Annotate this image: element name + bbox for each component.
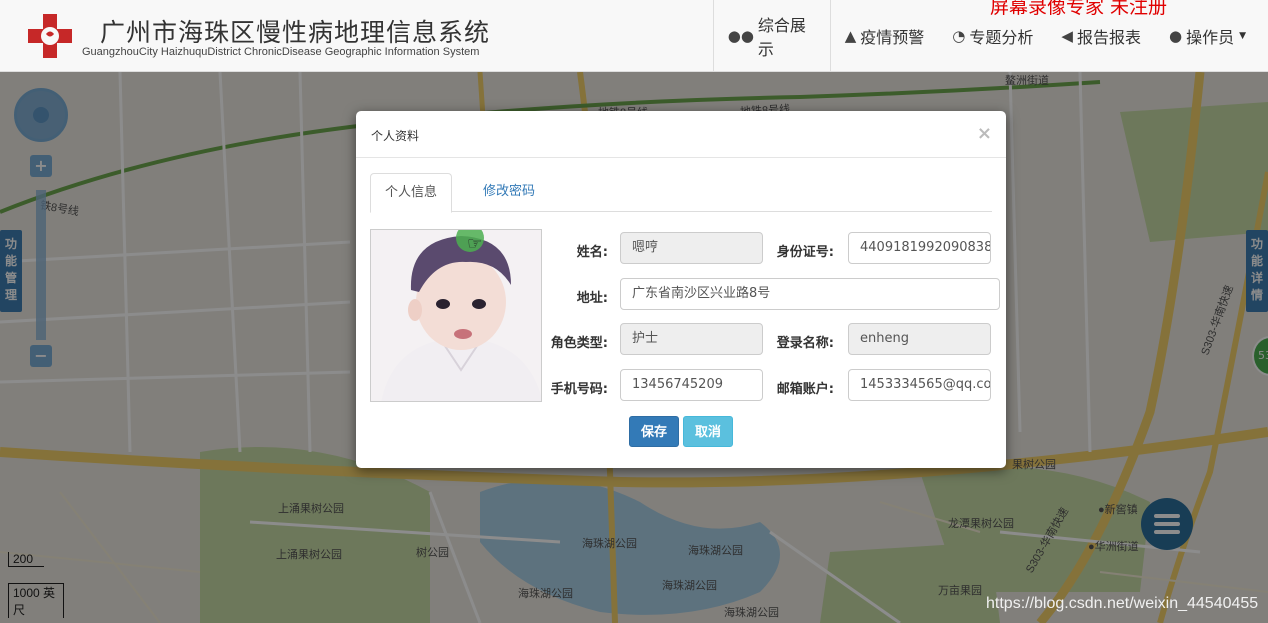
name-label: 姓名: [576,245,608,260]
profile-modal: 个人资料 × 个人信息 修改密码 ☞ 姓名: 嗯哼 身份证号: 44091819… [356,111,1006,468]
tab-personal-info[interactable]: 个人信息 [370,173,453,213]
tab-change-password[interactable]: 修改密码 [469,173,549,212]
caret-down-icon: ▼ [1239,31,1246,41]
close-button[interactable]: × [977,123,992,144]
phone-field[interactable]: 13456745209 [620,369,763,401]
nav-label: 疫情预警 [860,28,925,47]
email-field[interactable]: 1453334565@qq.com [848,369,991,401]
warning-icon: ▲ [844,27,857,45]
phone-label: 手机号码: [550,382,608,397]
nav-label: 综合展示 [757,16,806,59]
role-type-label: 角色类型: [550,336,608,351]
app-header: 广州市海珠区慢性病地理信息系统 GuangzhouCity HaizhuquDi… [0,0,1268,72]
hand-cursor-icon: ☞ [467,234,483,254]
nav-label: 专题分析 [969,28,1034,47]
nav-topic-analysis[interactable]: ◔ 专题分析 [938,0,1047,72]
name-field[interactable]: 嗯哼 [620,232,763,264]
medical-cross-logo [28,14,72,58]
user-icon: ● [1168,27,1183,45]
login-name-field[interactable]: enheng [848,323,991,355]
save-button[interactable]: 保存 [629,416,679,447]
child-portrait-image [371,230,541,401]
top-nav: ●● 综合展示 ▲ 疫情预警 ◔ 专题分析 ◀ 报告报表 ● 操作员 ▼ [712,0,1268,72]
users-icon: ●● [727,27,754,45]
nav-label: 报告报表 [1076,28,1141,47]
nav-operator-menu[interactable]: ● 操作员 ▼ [1155,0,1268,72]
nav-reports[interactable]: ◀ 报告报表 [1047,0,1155,72]
address-label: 地址: [576,291,608,306]
id-number-field[interactable]: 440918199209083838 [848,232,991,264]
avatar-photo[interactable]: ☞ [370,229,542,402]
nav-overview[interactable]: ●● 综合展示 [712,0,831,72]
login-name-label: 登录名称: [776,336,834,351]
app-title: 广州市海珠区慢性病地理信息系统 [100,18,491,47]
modal-header: 个人资料 × [356,111,1006,158]
address-field[interactable]: 广东省南沙区兴业路8号 [620,278,1000,310]
id-number-label: 身份证号: [776,245,834,260]
pie-chart-icon: ◔ [952,27,966,45]
email-label: 邮箱账户: [776,382,834,397]
nav-label: 操作员 [1186,28,1235,47]
modal-title: 个人资料 [371,129,420,143]
csdn-watermark: https://blog.csdn.net/weixin_44540455 [986,595,1259,612]
profile-tabs: 个人信息 修改密码 [370,173,992,213]
app-subtitle: GuangzhouCity HaizhuquDistrict ChronicDi… [82,46,480,58]
role-type-field[interactable]: 护士 [620,323,763,355]
nav-epidemic-warning[interactable]: ▲ 疫情预警 [831,0,939,72]
cancel-button[interactable]: 取消 [683,416,733,447]
bullhorn-icon: ◀ [1061,27,1073,45]
